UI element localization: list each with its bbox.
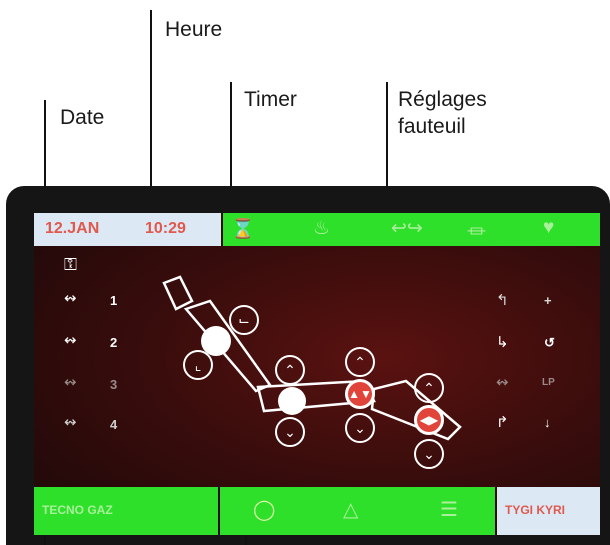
height-up-button[interactable]: ⌃	[345, 347, 375, 377]
chair-up-label: +	[544, 293, 552, 308]
chair-return-label: ↺	[544, 335, 555, 350]
legrest-extend-button[interactable]: ◀▶	[414, 405, 444, 435]
reglages-callout: Réglages fauteuil	[398, 86, 487, 140]
seat-pivot	[278, 387, 306, 415]
backrest-back-button[interactable]: ⌞	[183, 350, 213, 380]
brand-callout-line	[44, 535, 46, 545]
chevron-down-icon: ⌄	[284, 423, 296, 440]
lamp-icon[interactable]: △	[343, 497, 358, 522]
corner-arrow-icon: ⌞	[194, 356, 202, 373]
list-icon[interactable]: ☰	[440, 497, 458, 522]
chevron-up-icon: ⌃	[423, 379, 435, 396]
backrest-forward-button[interactable]: ⌙	[229, 305, 259, 335]
chevron-up-icon: ⌃	[354, 353, 366, 370]
chevron-up-icon: ⌃	[284, 361, 296, 378]
brand-text: TECNO GAZ	[42, 503, 113, 517]
corner-arrow-icon: ⌙	[238, 311, 250, 328]
chair-lp-label: LP	[542, 377, 555, 388]
timer-callout: Timer	[244, 88, 297, 111]
height-down-button[interactable]: ⌄	[345, 413, 375, 443]
seat-up-button[interactable]: ⌃	[275, 355, 305, 385]
left-right-arrow-icon: ◀▶	[419, 413, 439, 427]
heure-callout-line	[150, 10, 152, 210]
reglages-callout-line1: Réglages	[398, 88, 487, 111]
reglages-callout-line2: fauteuil	[398, 115, 466, 138]
chair-down-label: ↓	[544, 415, 551, 430]
control-screen: 12.JAN 10:29 ⌛ ♨ ↩↪ ⏛ ♥ ⚿ ↭ 1 ↭ 2 ↭ 3 ↭ …	[34, 213, 600, 535]
lightbulb-icon[interactable]: ◯	[253, 497, 275, 522]
brand-panel: TECNO GAZ	[34, 487, 218, 535]
tygi-kyri-label: TYGI KYRI	[505, 503, 566, 517]
tilt-toggle-button[interactable]: ▲▼	[345, 379, 375, 409]
seat-down-button[interactable]: ⌄	[275, 417, 305, 447]
chair-down-icon: ↱	[496, 414, 509, 431]
date-callout: Date	[60, 106, 105, 129]
tygi-kyri-button[interactable]: TYGI KYRI	[497, 487, 600, 535]
up-down-arrow-icon: ▲▼	[348, 387, 372, 401]
chair-lp-icon: ↭	[496, 374, 509, 391]
chair-up-icon: ↰	[496, 292, 509, 309]
bottom-bar: TECNO GAZ ◯ △ ☰ TYGI KYRI	[34, 487, 600, 535]
chevron-down-icon: ⌄	[423, 445, 435, 462]
chevron-down-icon: ⌄	[354, 419, 366, 436]
bottom-function-bar: ◯ △ ☰	[220, 487, 495, 535]
legrest-down-button[interactable]: ⌄	[414, 439, 444, 469]
legrest-up-button[interactable]: ⌃	[414, 373, 444, 403]
heure-callout: Heure	[165, 18, 223, 41]
chair-return-icon: ↳	[496, 334, 509, 351]
headrest-shape	[162, 275, 194, 311]
light-callout-line	[245, 535, 247, 545]
